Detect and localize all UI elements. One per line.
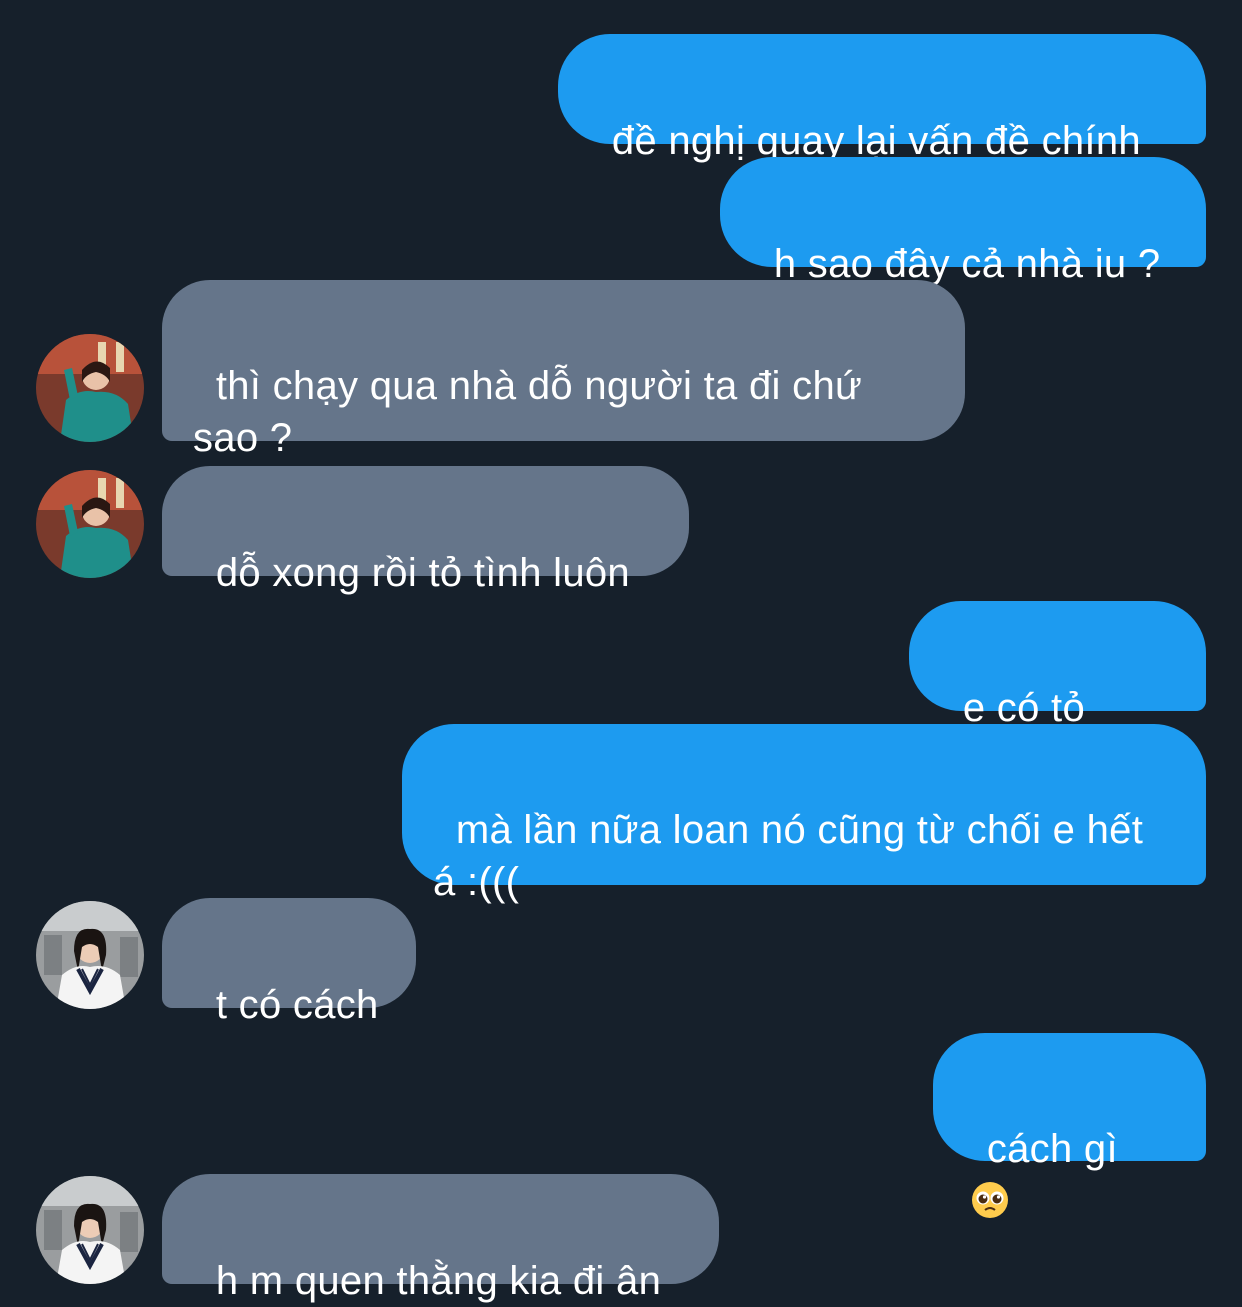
avatar-green-dress-image — [36, 470, 144, 578]
contact-avatar[interactable] — [36, 470, 144, 578]
message-bubble-received[interactable]: h m quen thằng kia đi ân — [162, 1174, 719, 1303]
message-text: h m quen thằng kia đi ân — [215, 1259, 662, 1303]
message-bubble-sent[interactable]: e có tỏ tình — [909, 601, 1206, 782]
message-bubble-received[interactable]: t có cách — [162, 898, 416, 1027]
message-text: thì chạy qua nhà dỗ người ta đi chứ sao … — [193, 364, 863, 460]
message-text: dỗ xong rồi tỏ tình luôn — [215, 551, 630, 595]
contact-avatar[interactable] — [36, 901, 144, 1009]
message-bubble-sent[interactable]: đề nghị quay lại vấn đề chính — [558, 34, 1206, 163]
message-bubble-sent[interactable]: mà lần nữa loan nó cũng từ chối e hết á … — [402, 724, 1206, 904]
message-bubble-received[interactable]: dỗ xong rồi tỏ tình luôn — [162, 466, 689, 595]
pleading-face-emoji-icon — [970, 1180, 1010, 1220]
contact-avatar[interactable] — [36, 1176, 144, 1284]
message-bubble-sent[interactable]: h sao đây cả nhà iu ? — [720, 157, 1206, 286]
avatar-school-uniform-image — [36, 901, 144, 1009]
contact-avatar[interactable] — [36, 334, 144, 442]
message-bubble-received[interactable]: thì chạy qua nhà dỗ người ta đi chứ sao … — [162, 280, 965, 460]
message-text: cách gì — [986, 1127, 1118, 1171]
message-text: mà lần nữa loan nó cũng từ chối e hết á … — [433, 808, 1144, 904]
avatar-school-uniform-image — [36, 1176, 144, 1284]
message-bubble-sent[interactable]: cách gì — [933, 1033, 1206, 1219]
avatar-green-dress-image — [36, 334, 144, 442]
message-text: t có cách — [215, 983, 379, 1027]
